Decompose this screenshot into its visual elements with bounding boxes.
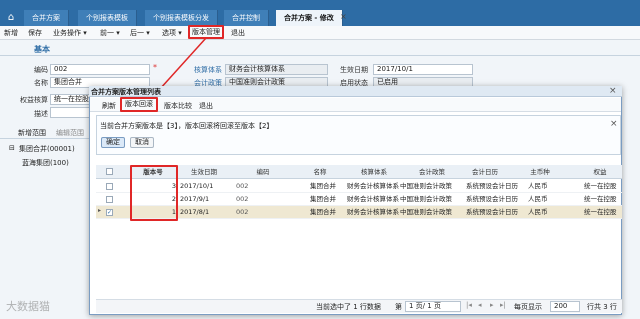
col-calendar[interactable]: 会计日历 <box>465 165 505 179</box>
dialog-close-icon[interactable]: × <box>609 86 617 96</box>
selected-count: 当前选中了 1 行数据 <box>316 303 381 311</box>
cell-date: 2017/10/1 <box>180 182 214 190</box>
dialog-header <box>89 86 622 97</box>
page-field[interactable]: 1 页/ 1 页 <box>405 301 461 312</box>
cell-equity: 统一在控股 <box>584 208 617 216</box>
col-acct[interactable]: 核算体系 <box>354 165 394 179</box>
confirm-message: 当前合并方案版本是【3】，版本回滚将回滚至版本【2】 <box>100 122 274 130</box>
acct-system-field[interactable]: 财务会计核算体系 <box>225 64 328 75</box>
tab-report-template[interactable]: 个别报表模板 <box>78 10 137 26</box>
cell-equity: 统一在控股 <box>584 195 617 203</box>
home-icon[interactable]: ⌂ <box>5 12 17 23</box>
row-checkbox[interactable] <box>106 196 113 203</box>
cell-acct: 财务会计核算体系 <box>347 182 399 190</box>
cell-code: 002 <box>236 195 249 203</box>
confirm-close-icon[interactable]: × <box>610 119 618 129</box>
watermark: 大数据猫 <box>6 300 50 313</box>
ok-button[interactable]: 确定 <box>101 137 125 148</box>
code-label: 编码 <box>34 66 48 74</box>
tab-add-scope[interactable]: 新增范围 <box>18 128 46 138</box>
tree-node-lanhai[interactable]: 蓝海集团(100) <box>22 158 69 168</box>
cell-acct: 财务会计核算体系 <box>347 195 399 203</box>
total-rows: 行共 3 行 <box>587 303 617 311</box>
version-rollback-button[interactable]: 版本回滚 <box>120 97 158 112</box>
save-button[interactable]: 保存 <box>26 27 44 39</box>
first-page-icon[interactable]: |◂ <box>466 301 472 309</box>
description-field[interactable] <box>50 107 90 118</box>
effective-date-label: 生效日期 <box>340 66 368 74</box>
version-column-highlight <box>130 165 178 221</box>
cell-calendar: 系统预设会计日历 <box>466 208 518 216</box>
tab-edit-scope[interactable]: 编辑范围 <box>56 128 84 138</box>
row-pointer-icon: ▸ <box>98 207 102 214</box>
version-compare-button[interactable]: 版本比较 <box>164 101 192 111</box>
refresh-button[interactable]: 刷新 <box>102 101 116 111</box>
tree-node-group[interactable]: 集团合并(00001) <box>19 144 75 154</box>
col-name[interactable]: 名称 <box>305 165 335 179</box>
last-page-icon[interactable]: ▸| <box>500 301 506 309</box>
row-checkbox[interactable] <box>106 183 113 190</box>
dialog-title: 合并方案版本管理列表 <box>91 88 161 96</box>
name-label: 名称 <box>34 79 48 87</box>
section-underline <box>0 55 640 56</box>
cell-acct: 财务会计核算体系 <box>347 208 399 216</box>
tab-merge-plan[interactable]: 合并方案 <box>24 10 69 26</box>
business-ops-menu[interactable]: 业务操作 ▾ <box>51 27 89 39</box>
cell-code: 002 <box>236 182 249 190</box>
exit-button[interactable]: 退出 <box>229 27 247 39</box>
cell-policy: 中国准则会计政策 <box>400 208 452 216</box>
cell-name: 集团合并 <box>310 182 336 190</box>
col-date[interactable]: 生效日期 <box>180 165 228 179</box>
page-prefix: 第 <box>395 303 402 311</box>
cell-currency: 人民币 <box>528 182 548 190</box>
select-all-checkbox[interactable] <box>106 168 113 175</box>
cell-policy: 中国准则会计政策 <box>400 182 452 190</box>
cell-calendar: 系统预设会计日历 <box>466 182 518 190</box>
close-tab-icon[interactable]: × <box>340 12 349 23</box>
cell-name: 集团合并 <box>310 195 336 203</box>
col-currency[interactable]: 主币种 <box>520 165 560 179</box>
row-checkbox-checked[interactable]: ✓ <box>106 209 113 216</box>
cell-policy: 中国准则会计政策 <box>400 195 452 203</box>
desc-label: 描述 <box>34 110 48 118</box>
col-code[interactable]: 编码 <box>248 165 278 179</box>
col-policy[interactable]: 会计政策 <box>412 165 452 179</box>
cell-code: 002 <box>236 208 249 216</box>
cancel-button[interactable]: 取消 <box>130 137 154 148</box>
code-field[interactable]: 002 <box>50 64 150 75</box>
effective-date-field[interactable]: 2017/10/1 <box>373 64 473 75</box>
cell-name: 集团合并 <box>310 208 336 216</box>
toolbar <box>0 26 640 40</box>
dialog-exit-button[interactable]: 退出 <box>199 101 213 111</box>
tab-template-distribution[interactable]: 个别报表模板分发 <box>145 10 218 26</box>
prev-menu[interactable]: 前一 ▾ <box>98 27 122 39</box>
equity-label: 权益核算 <box>20 96 48 104</box>
col-equity[interactable]: 权益 <box>580 165 620 179</box>
per-page-label: 每页显示 <box>514 303 542 311</box>
cell-date: 2017/8/1 <box>180 208 210 216</box>
next-page-icon[interactable]: ▸ <box>490 301 494 309</box>
tab-merge-plan-edit[interactable]: 合并方案 - 修改 <box>276 10 343 26</box>
per-page-select[interactable]: 200 <box>550 301 580 312</box>
prev-page-icon[interactable]: ◂ <box>478 301 482 309</box>
cell-currency: 人民币 <box>528 195 548 203</box>
cell-equity: 统一在控股 <box>584 182 617 190</box>
collapse-icon[interactable]: ⊟ <box>9 144 15 152</box>
cell-calendar: 系统预设会计日历 <box>466 195 518 203</box>
tab-merge-control[interactable]: 合并控制 <box>224 10 269 26</box>
equity-field[interactable]: 统一在控股 <box>50 94 90 105</box>
section-title: 基本 <box>34 45 50 54</box>
cell-date: 2017/9/1 <box>180 195 210 203</box>
new-button[interactable]: 新增 <box>2 27 20 39</box>
cell-currency: 人民币 <box>528 208 548 216</box>
